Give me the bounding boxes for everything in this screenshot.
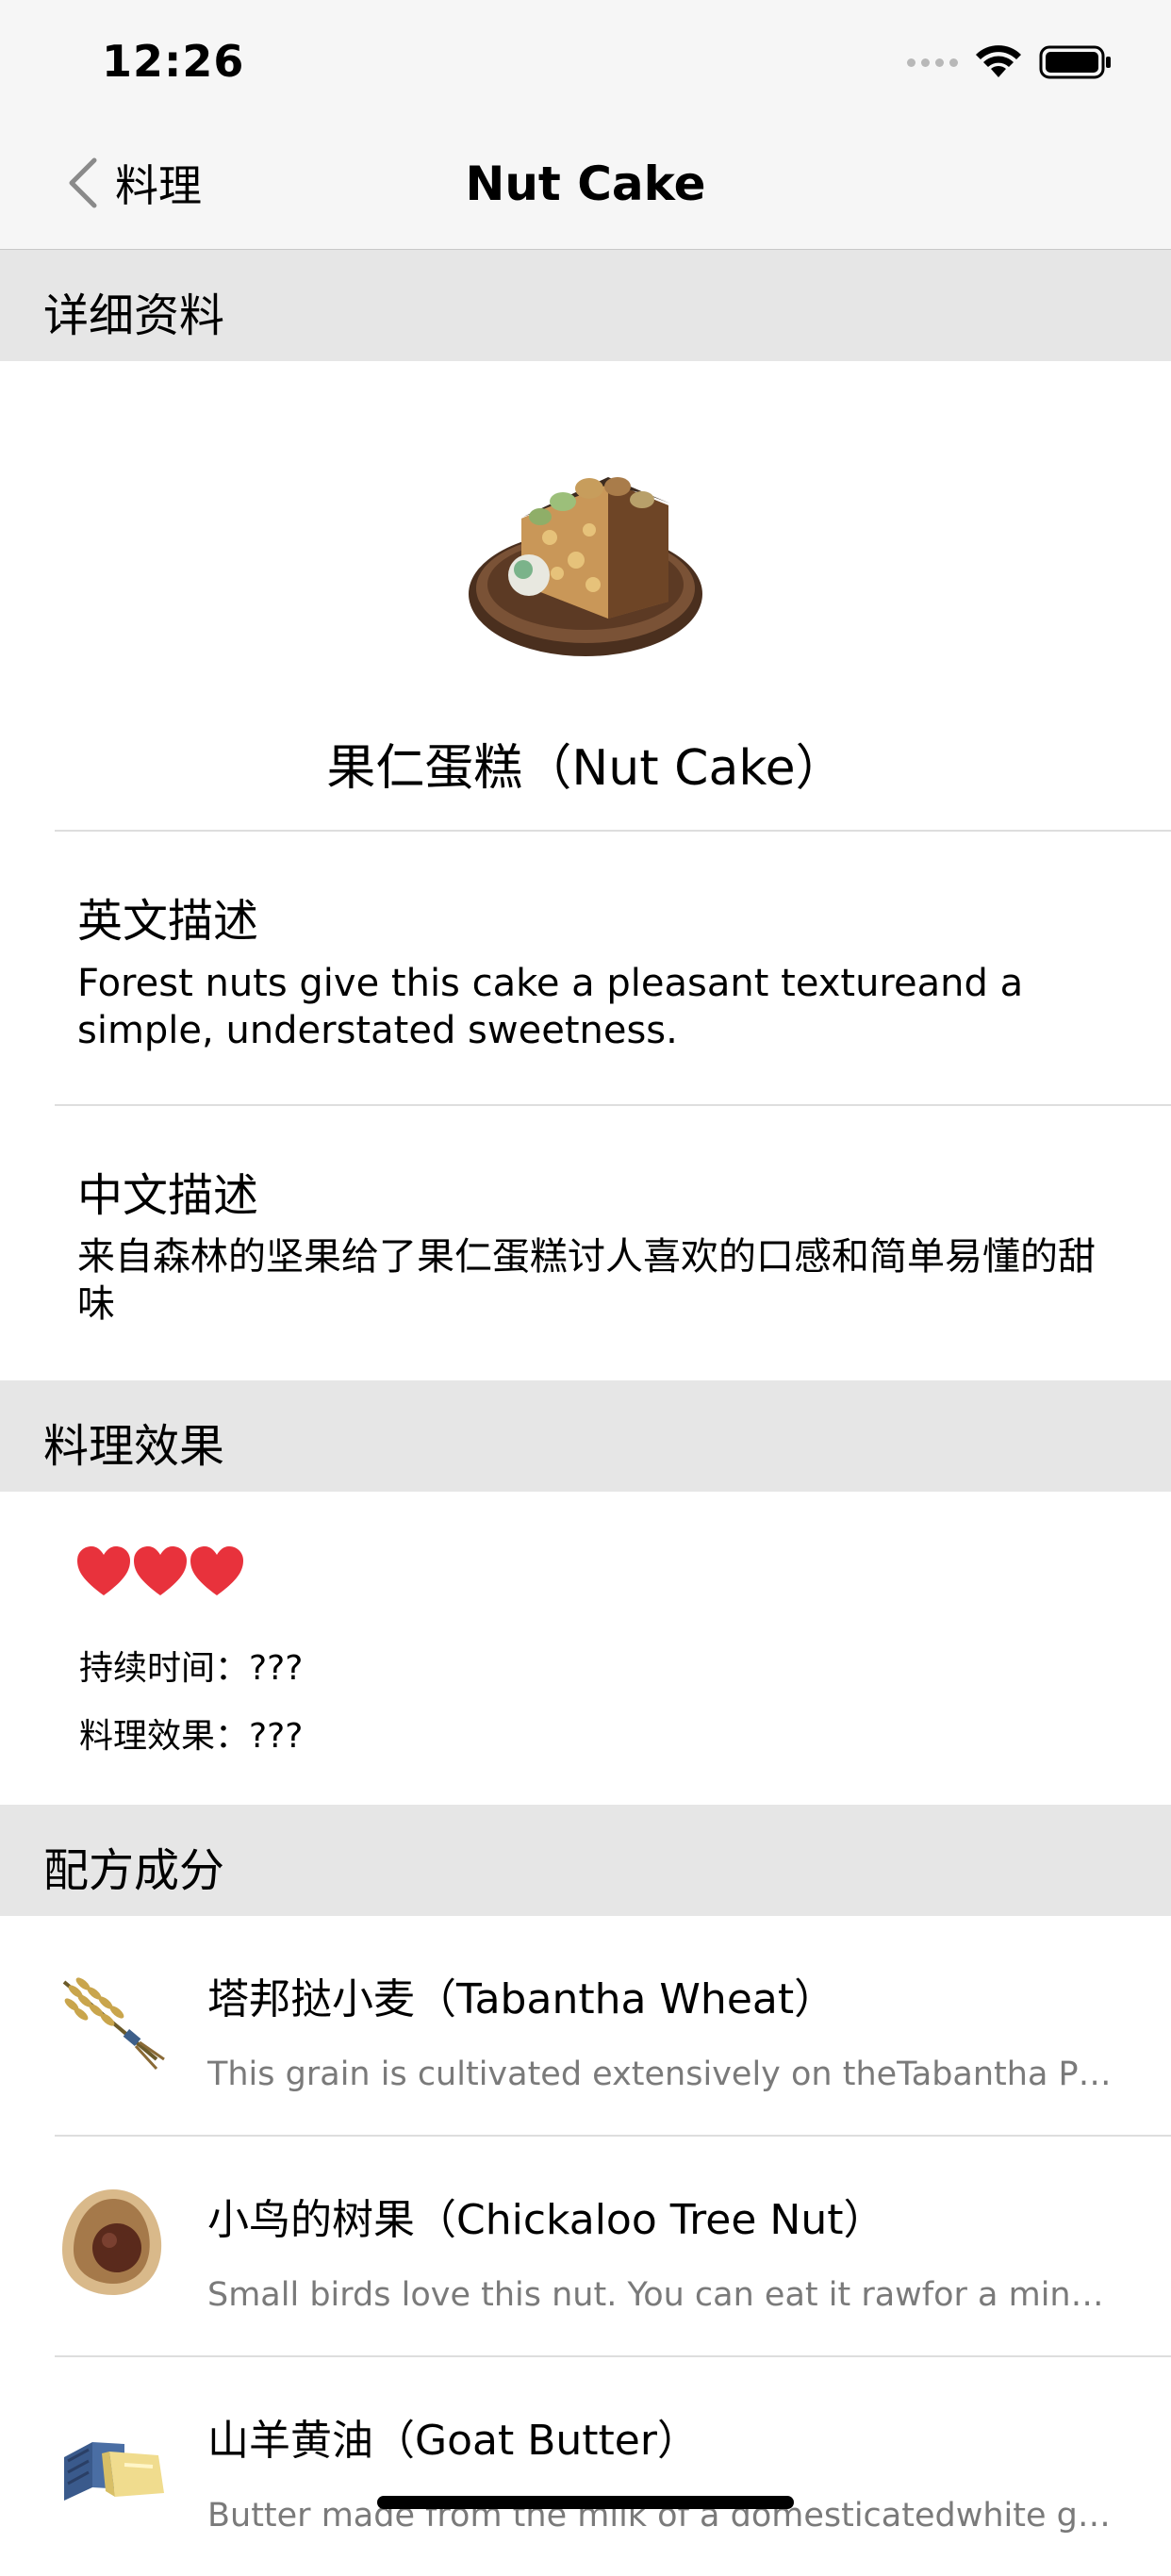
heart-icon bbox=[190, 1546, 243, 1595]
section-header-effects: 料理效果 bbox=[0, 1380, 1171, 1492]
english-description-text: Forest nuts give this cake a pleasant te… bbox=[77, 962, 1024, 1052]
heart-icon bbox=[77, 1546, 130, 1595]
status-bar: 12:26 bbox=[0, 0, 1171, 124]
wifi-icon bbox=[976, 45, 1021, 77]
home-indicator bbox=[377, 2496, 794, 2509]
page-title: Nut Cake bbox=[465, 157, 706, 211]
section-header-details: 详细资料 bbox=[0, 250, 1171, 361]
heart-icon bbox=[134, 1546, 187, 1595]
cellular-signal-icon bbox=[907, 58, 958, 67]
divider bbox=[55, 830, 1171, 832]
english-description-heading: 英文描述 bbox=[77, 895, 259, 948]
wheat-icon bbox=[62, 1977, 165, 2071]
ingredient-row[interactable]: 小鸟的树果（Chickaloo Tree Nut） Small birds lo… bbox=[0, 2137, 1171, 2355]
ingredient-title: 塔邦挞小麦（Tabantha Wheat） bbox=[207, 1975, 836, 2023]
navigation-bar: 料理 Nut Cake bbox=[0, 124, 1171, 250]
status-time: 12:26 bbox=[102, 36, 245, 87]
section-title-details: 详细资料 bbox=[43, 289, 225, 342]
chinese-description-text: 来自森林的坚果给了果仁蛋糕讨人喜欢的口感和简单易懂的甜味 bbox=[77, 1235, 1096, 1326]
ingredient-row[interactable]: 塔邦挞小麦（Tabantha Wheat） This grain is cult… bbox=[0, 1916, 1171, 2135]
effect-duration: 持续时间：??? bbox=[79, 1649, 304, 1688]
nut-cake-image bbox=[469, 477, 702, 656]
battery-icon bbox=[1039, 45, 1111, 79]
ingredient-description: This grain is cultivated extensively on … bbox=[207, 2056, 1113, 2093]
effect-description: 料理效果：??? bbox=[79, 1717, 304, 1756]
ingredient-description: Small birds love this nut. You can eat i… bbox=[207, 2276, 1113, 2314]
heart-rating bbox=[75, 1544, 245, 1597]
dish-name: 果仁蛋糕（Nut Cake） bbox=[326, 740, 845, 797]
chinese-description-heading: 中文描述 bbox=[77, 1169, 259, 1222]
section-header-ingredients: 配方成分 bbox=[0, 1805, 1171, 1916]
tree-nut-icon bbox=[62, 2189, 162, 2295]
butter-icon bbox=[64, 2442, 164, 2501]
status-icons bbox=[907, 43, 1113, 81]
section-title-effects: 料理效果 bbox=[43, 1420, 225, 1473]
section-title-ingredients: 配方成分 bbox=[43, 1844, 225, 1897]
ingredient-title: 小鸟的树果（Chickaloo Tree Nut） bbox=[207, 2196, 885, 2244]
ingredient-title: 山羊黄油（Goat Butter） bbox=[207, 2417, 699, 2465]
ingredient-row[interactable]: 山羊黄油（Goat Butter） Butter made from the m… bbox=[0, 2357, 1171, 2576]
divider bbox=[55, 1104, 1171, 1106]
